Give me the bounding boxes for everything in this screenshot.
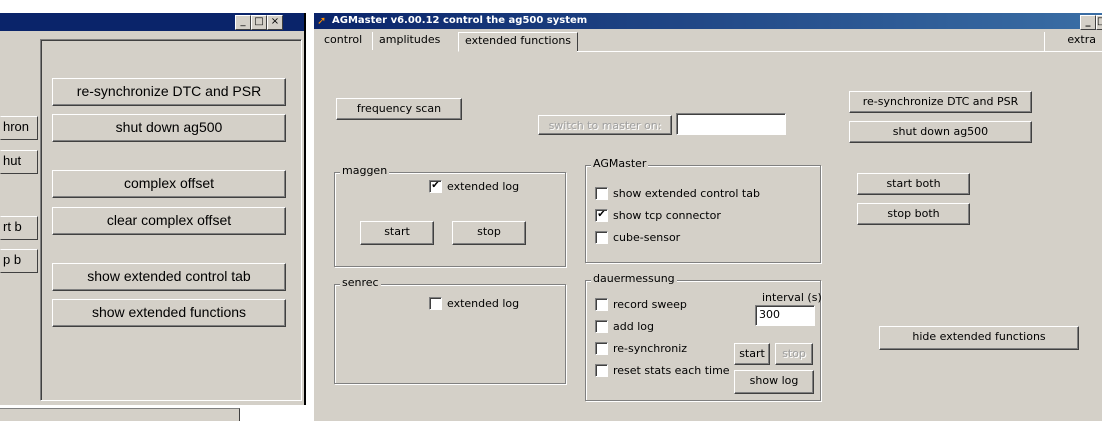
maggen-extended-log-checkbox[interactable]: ✔ extended log: [429, 180, 519, 193]
show-tcp-connector-checkbox[interactable]: ✔ show tcp connector: [595, 209, 721, 222]
right-title-bar: ➚ AGMaster v6.00.12 control the ag500 sy…: [314, 13, 1102, 30]
tab-extra[interactable]: extra: [1044, 32, 1102, 52]
right-window-controls: _ □: [1080, 15, 1102, 30]
left-show-extended-control-tab-button[interactable]: show extended control tab: [52, 263, 286, 291]
add-log-label: add log: [613, 320, 654, 333]
left-window: _ □ × hron hut rt b p b re-synchronize D…: [0, 13, 306, 421]
shut-down-ag500-button[interactable]: shut down ag500: [849, 121, 1032, 143]
show-extended-control-tab-label: show extended control tab: [613, 187, 760, 200]
top-banner-strip: [0, 0, 1102, 13]
interval-input[interactable]: 300: [755, 305, 815, 326]
frequency-scan-button[interactable]: frequency scan: [336, 98, 462, 120]
checkbox-unchecked-icon[interactable]: [429, 297, 442, 310]
add-log-checkbox[interactable]: add log: [595, 320, 654, 333]
maggen-label: maggen: [340, 164, 390, 177]
master-address-input[interactable]: [676, 113, 786, 135]
window-title: AGMaster v6.00.12 control the ag500 syst…: [332, 15, 588, 26]
interval-label: interval (s): [762, 291, 822, 304]
left-shutdown-button[interactable]: shut down ag500: [52, 114, 286, 142]
dauermessung-label: dauermessung: [591, 272, 677, 285]
checkbox-unchecked-icon[interactable]: [595, 364, 608, 377]
stub-button-stop-both[interactable]: p b: [0, 249, 38, 273]
checkbox-unchecked-icon[interactable]: [595, 187, 608, 200]
resync-dtc-psr-button[interactable]: re-synchronize DTC and PSR: [849, 91, 1032, 113]
dauermessung-stop-button[interactable]: stop: [775, 343, 813, 365]
senrec-extended-log-label: extended log: [447, 297, 520, 310]
senrec-label: senrec: [340, 276, 381, 289]
checkbox-unchecked-icon[interactable]: [595, 320, 608, 333]
window-gap: [306, 13, 314, 421]
clear-complex-offset-button[interactable]: clear complex offset: [52, 207, 286, 235]
show-extended-functions-button[interactable]: show extended functions: [52, 299, 286, 327]
cube-sensor-label: cube-sensor: [613, 231, 681, 244]
tab-control[interactable]: control: [318, 32, 368, 50]
stop-both-button[interactable]: stop both: [857, 203, 970, 225]
checkbox-unchecked-icon[interactable]: [595, 298, 608, 311]
left-title-bar: _ □ ×: [0, 13, 304, 31]
start-both-button[interactable]: start both: [857, 173, 970, 195]
tab-amplitudes[interactable]: amplitudes: [372, 32, 446, 50]
hide-extended-functions-button[interactable]: hide extended functions: [879, 326, 1079, 350]
maximize-icon[interactable]: □: [251, 15, 267, 30]
maggen-start-button[interactable]: start: [360, 221, 434, 245]
checkbox-unchecked-icon[interactable]: [595, 231, 608, 244]
left-resync-button[interactable]: re-synchronize DTC and PSR: [52, 78, 286, 106]
checkbox-unchecked-icon[interactable]: [595, 342, 608, 355]
minimize-icon[interactable]: _: [1080, 15, 1096, 30]
show-log-button[interactable]: show log: [734, 370, 814, 394]
stub-button-synchronize[interactable]: hron: [0, 116, 38, 140]
window-controls: _ □ ×: [235, 15, 283, 30]
record-sweep-label: record sweep: [613, 298, 687, 311]
re-synchroniz-checkbox[interactable]: re-synchroniz: [595, 342, 687, 355]
stub-button-start-both[interactable]: rt b: [0, 216, 38, 240]
checkbox-checked-icon[interactable]: ✔: [429, 180, 442, 193]
dauermessung-start-button[interactable]: start: [734, 343, 770, 365]
checkbox-checked-icon[interactable]: ✔: [595, 209, 608, 222]
tab-extended-functions[interactable]: extended functions: [458, 32, 579, 52]
partial-bottom-button[interactable]: [0, 408, 240, 421]
tab-strip-line: [577, 51, 1102, 52]
app-icon: ➚: [317, 14, 327, 27]
maggen-stop-button[interactable]: stop: [452, 221, 526, 245]
right-window: ➚ AGMaster v6.00.12 control the ag500 sy…: [314, 13, 1102, 421]
complex-offset-button[interactable]: complex offset: [52, 170, 286, 198]
minimize-icon[interactable]: _: [235, 15, 251, 30]
reset-stats-label: reset stats each time: [613, 364, 730, 377]
re-synchroniz-label: re-synchroniz: [613, 342, 688, 355]
reset-stats-checkbox[interactable]: reset stats each time: [595, 364, 730, 377]
cube-sensor-checkbox[interactable]: cube-sensor: [595, 231, 680, 244]
show-tcp-connector-label: show tcp connector: [613, 209, 721, 222]
agmaster-label: AGMaster: [591, 157, 649, 170]
close-icon[interactable]: ×: [267, 15, 283, 30]
switch-to-master-button[interactable]: switch to master on:: [538, 115, 672, 135]
show-extended-control-tab-checkbox[interactable]: show extended control tab: [595, 187, 760, 200]
stub-button-shut[interactable]: hut: [0, 150, 38, 174]
maximize-icon[interactable]: □: [1096, 15, 1102, 30]
maggen-extended-log-label: extended log: [447, 180, 520, 193]
senrec-extended-log-checkbox[interactable]: extended log: [429, 297, 519, 310]
record-sweep-checkbox[interactable]: record sweep: [595, 298, 687, 311]
